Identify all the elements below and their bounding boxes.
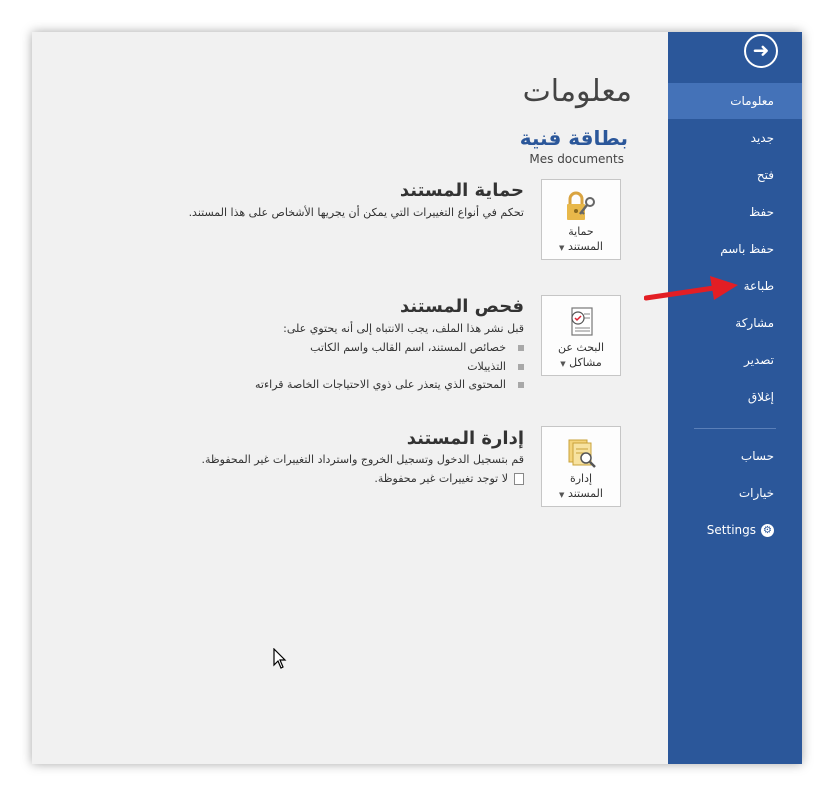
settings-gear-icon: ⚙ xyxy=(761,524,774,537)
protect-section-desc: تحكم في أنواع التغييرات التي يمكن أن يجر… xyxy=(188,206,524,219)
manage-button-label-1: إدارة xyxy=(569,472,593,485)
manage-document-icon xyxy=(568,439,596,468)
manage-section-title: إدارة المستند xyxy=(406,428,524,449)
back-arrow-icon[interactable]: ➜ xyxy=(744,34,778,68)
protect-button-label-2: المستند xyxy=(567,240,603,253)
inspect-section-desc: قبل نشر هذا الملف، يجب الانتباه إلى أنه … xyxy=(283,322,524,335)
backstage-window: معلومات بطاقة فنية Mes documents حماية ا… xyxy=(32,32,802,764)
sidebar-item-account[interactable]: حساب xyxy=(668,438,802,474)
settings-label: Settings xyxy=(706,523,756,537)
backstage-sidebar: ➜ معلومات جديد فتح حفظ حفظ باسم طباعة مش… xyxy=(668,32,802,764)
manage-unsaved-note: لا توجد تغييرات غير محفوظة. xyxy=(144,472,524,485)
manage-button-label-2: المستند xyxy=(567,487,603,500)
sidebar-divider xyxy=(694,428,776,429)
check-for-issues-button[interactable]: البحث عن مشاكل ▼ xyxy=(541,295,621,376)
inspect-button-label-1: البحث عن xyxy=(557,341,605,354)
protect-button-label-1: حماية xyxy=(568,225,594,238)
sidebar-item-options[interactable]: خيارات xyxy=(668,475,802,511)
info-panel: معلومات بطاقة فنية Mes documents حماية ا… xyxy=(32,32,668,764)
sidebar-item-save[interactable]: حفظ xyxy=(668,194,802,230)
page-title: معلومات xyxy=(522,74,632,109)
sidebar-item-settings[interactable]: Settings ⚙ xyxy=(668,512,802,548)
manage-document-button[interactable]: إدارة المستند ▼ xyxy=(541,426,621,507)
sidebar-item-close[interactable]: إغلاق xyxy=(668,379,802,415)
inspect-bullet-item: خصائص المستند، اسم القالب واسم الكاتب xyxy=(204,341,524,354)
protect-section-title: حماية المستند xyxy=(399,180,524,201)
sidebar-item-new[interactable]: جديد xyxy=(668,120,802,156)
document-title: بطاقة فنية xyxy=(519,126,628,150)
red-annotation-arrow-icon xyxy=(644,276,738,301)
sidebar-item-save-as[interactable]: حفظ باسم xyxy=(668,231,802,267)
sidebar-item-open[interactable]: فتح xyxy=(668,157,802,193)
document-icon xyxy=(514,473,524,485)
sidebar-item-share[interactable]: مشاركة xyxy=(668,305,802,341)
sidebar-item-export[interactable]: تصدير xyxy=(668,342,802,378)
mouse-cursor-icon xyxy=(273,648,287,669)
inspect-document-icon xyxy=(571,307,593,336)
inspect-button-label-2: مشاكل xyxy=(569,356,602,369)
lock-key-icon xyxy=(567,191,595,220)
inspect-bullet-item: التذييلات xyxy=(204,360,524,373)
sidebar-item-info[interactable]: معلومات xyxy=(668,83,802,119)
protect-document-button[interactable]: حماية المستند ▼ xyxy=(541,179,621,260)
chevron-down-icon: ▼ xyxy=(559,244,565,252)
inspect-bullet-item: المحتوى الذي يتعذر على ذوي الاحتياجات ال… xyxy=(204,378,524,391)
chevron-down-icon: ▼ xyxy=(559,491,565,499)
manage-section-desc: قم بتسجيل الدخول وتسجيل الخروج واسترداد … xyxy=(201,453,524,466)
document-path[interactable]: Mes documents xyxy=(529,152,624,166)
chevron-down-icon: ▼ xyxy=(560,360,566,368)
inspect-section-title: فحص المستند xyxy=(400,296,524,317)
